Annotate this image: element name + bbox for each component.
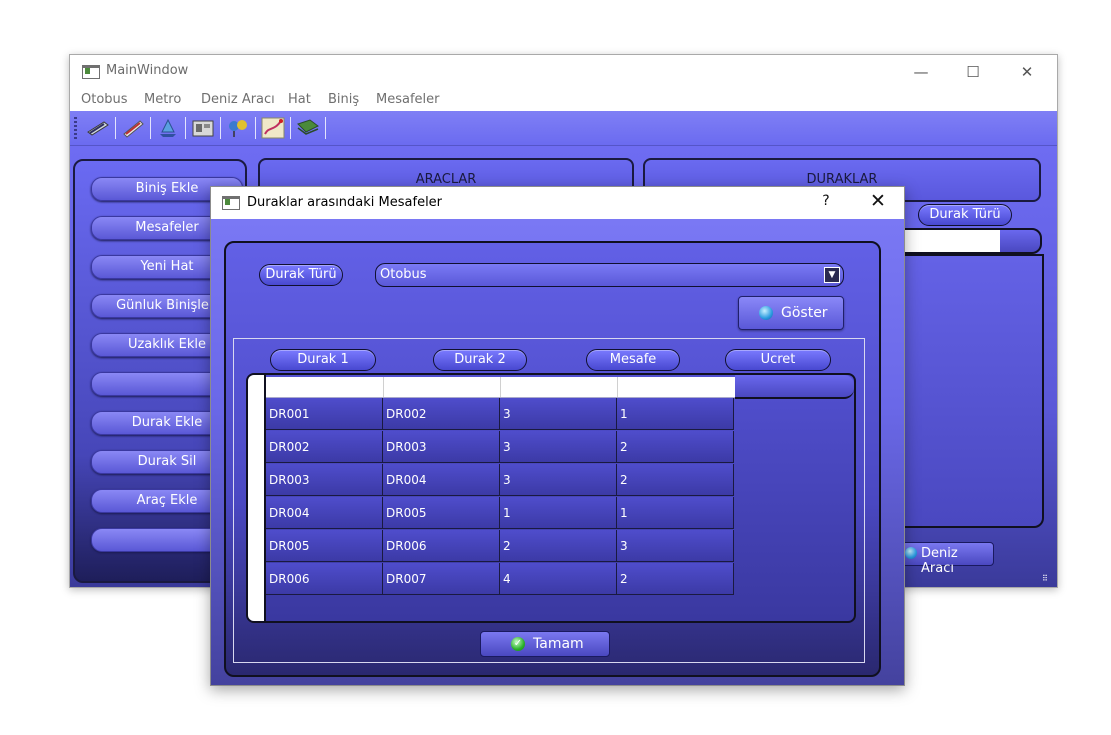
card-icon[interactable]	[296, 116, 320, 140]
table-cell[interactable]: 4	[500, 563, 617, 595]
column-durak-1: Durak 1	[270, 349, 376, 371]
main-duraklar-combo[interactable]	[900, 228, 1042, 254]
rail-icon[interactable]	[121, 116, 145, 140]
menubar: Otobus Metro Deniz Aracı Hat Biniş Mesaf…	[70, 89, 1057, 111]
app-icon	[82, 65, 100, 79]
dialog-body: Durak Türü Otobus ▼ Göster Durak 1 Durak…	[211, 219, 904, 685]
refresh-icon	[759, 306, 773, 320]
toolbar-separator	[150, 117, 151, 139]
table-cell[interactable]: DR005	[266, 530, 383, 562]
main-window-titlebar[interactable]: MainWindow — ☐ ✕	[70, 55, 1057, 89]
main-window-title: MainWindow	[106, 63, 189, 78]
table-cell[interactable]: 1	[617, 497, 734, 529]
toolbar-grip[interactable]	[74, 117, 77, 139]
menu-hat[interactable]: Hat	[288, 92, 311, 107]
durak-turu-label: Durak Türü	[259, 264, 343, 286]
table-cell[interactable]: DR004	[266, 497, 383, 529]
table-header-separator	[617, 377, 618, 397]
table-header-separator	[383, 377, 384, 397]
table-cell[interactable]: 2	[617, 431, 734, 463]
help-icon[interactable]: ?	[816, 193, 836, 209]
table-cell[interactable]: DR001	[266, 398, 383, 430]
ship-icon[interactable]	[156, 116, 180, 140]
table-cell[interactable]: 3	[617, 530, 734, 562]
table-cell[interactable]: 3	[500, 431, 617, 463]
table-cell[interactable]: 1	[500, 497, 617, 529]
table-cell[interactable]: DR005	[383, 497, 500, 529]
toolbar-separator	[220, 117, 221, 139]
duraklar-header-label: DURAKLAR	[806, 172, 878, 187]
table-header-separator	[500, 377, 501, 397]
main-duraklar-combo-field[interactable]	[902, 230, 1000, 252]
table-cell[interactable]: DR003	[383, 431, 500, 463]
main-durak-turu-label: Durak Türü	[918, 204, 1012, 226]
menu-deniz-araci[interactable]: Deniz Aracı	[201, 92, 275, 107]
durak-turu-combobox[interactable]: Otobus ▼	[375, 263, 844, 287]
toolbar-separator	[325, 117, 326, 139]
table-vertical-header	[248, 375, 266, 621]
tamam-label: Tamam	[533, 636, 584, 652]
table-cell[interactable]: DR003	[266, 464, 383, 496]
dialog-close-icon[interactable]: ✕	[863, 190, 893, 212]
table-cell[interactable]: 1	[617, 398, 734, 430]
mesafeler-dialog: Duraklar arasındaki Mesafeler ? ✕ Durak …	[210, 186, 905, 686]
table-cell[interactable]: 3	[500, 464, 617, 496]
goster-label: Göster	[781, 305, 828, 321]
table-cell[interactable]: DR006	[266, 563, 383, 595]
table-cell[interactable]: 2	[617, 464, 734, 496]
menu-otobus[interactable]: Otobus	[81, 92, 128, 107]
durak-turu-value: Otobus	[380, 267, 427, 282]
dialog-app-icon	[222, 196, 240, 210]
toolbar-separator	[290, 117, 291, 139]
maximize-icon[interactable]: ☐	[950, 59, 996, 85]
deniz-araci-label: Deniz Aracı	[921, 546, 958, 576]
toolbar	[70, 111, 1057, 146]
column-ucret: Ucret	[725, 349, 831, 371]
route-icon[interactable]	[261, 116, 285, 140]
table-cell[interactable]: 2	[617, 563, 734, 595]
map-pin-icon[interactable]	[226, 116, 250, 140]
dialog-title: Duraklar arasındaki Mesafeler	[247, 195, 443, 210]
chevron-down-icon[interactable]: ▼	[824, 267, 840, 283]
deniz-araci-button[interactable]: Deniz Aracı	[900, 542, 994, 576]
refresh-icon	[905, 547, 917, 559]
column-durak-2: Durak 2	[433, 349, 527, 371]
resize-grip-icon[interactable]: ⠿	[1042, 574, 1048, 583]
building-icon[interactable]	[191, 116, 215, 140]
table-cell[interactable]: DR002	[266, 431, 383, 463]
minimize-icon[interactable]: —	[898, 59, 944, 85]
table-cell[interactable]: DR007	[383, 563, 500, 595]
goster-button[interactable]: Göster	[738, 296, 844, 330]
check-icon: ✓	[511, 637, 525, 651]
toolbar-separator	[185, 117, 186, 139]
tamam-button[interactable]: ✓ Tamam	[480, 631, 610, 657]
menu-mesafeler[interactable]: Mesafeler	[376, 92, 439, 107]
dialog-titlebar[interactable]: Duraklar arasındaki Mesafeler ? ✕	[211, 187, 904, 219]
toolbar-separator	[115, 117, 116, 139]
close-icon[interactable]: ✕	[1004, 59, 1050, 85]
table-cell[interactable]: 3	[500, 398, 617, 430]
toolbar-separator	[255, 117, 256, 139]
mesafeler-table[interactable]: DR001 DR002 3 1 DR002 DR003 3 2 DR003 DR…	[246, 373, 856, 623]
table-cell[interactable]: DR002	[383, 398, 500, 430]
table-header-filler	[735, 375, 854, 399]
column-mesafe: Mesafe	[586, 349, 680, 371]
menu-metro[interactable]: Metro	[144, 92, 181, 107]
main-duraklar-list[interactable]	[900, 254, 1044, 528]
araclar-header-label: ARACLAR	[415, 172, 477, 187]
table-cell[interactable]: 2	[500, 530, 617, 562]
table-cell[interactable]: DR004	[383, 464, 500, 496]
table-cell[interactable]: DR006	[383, 530, 500, 562]
train-icon[interactable]	[86, 116, 110, 140]
menu-binis[interactable]: Biniş	[328, 92, 359, 107]
